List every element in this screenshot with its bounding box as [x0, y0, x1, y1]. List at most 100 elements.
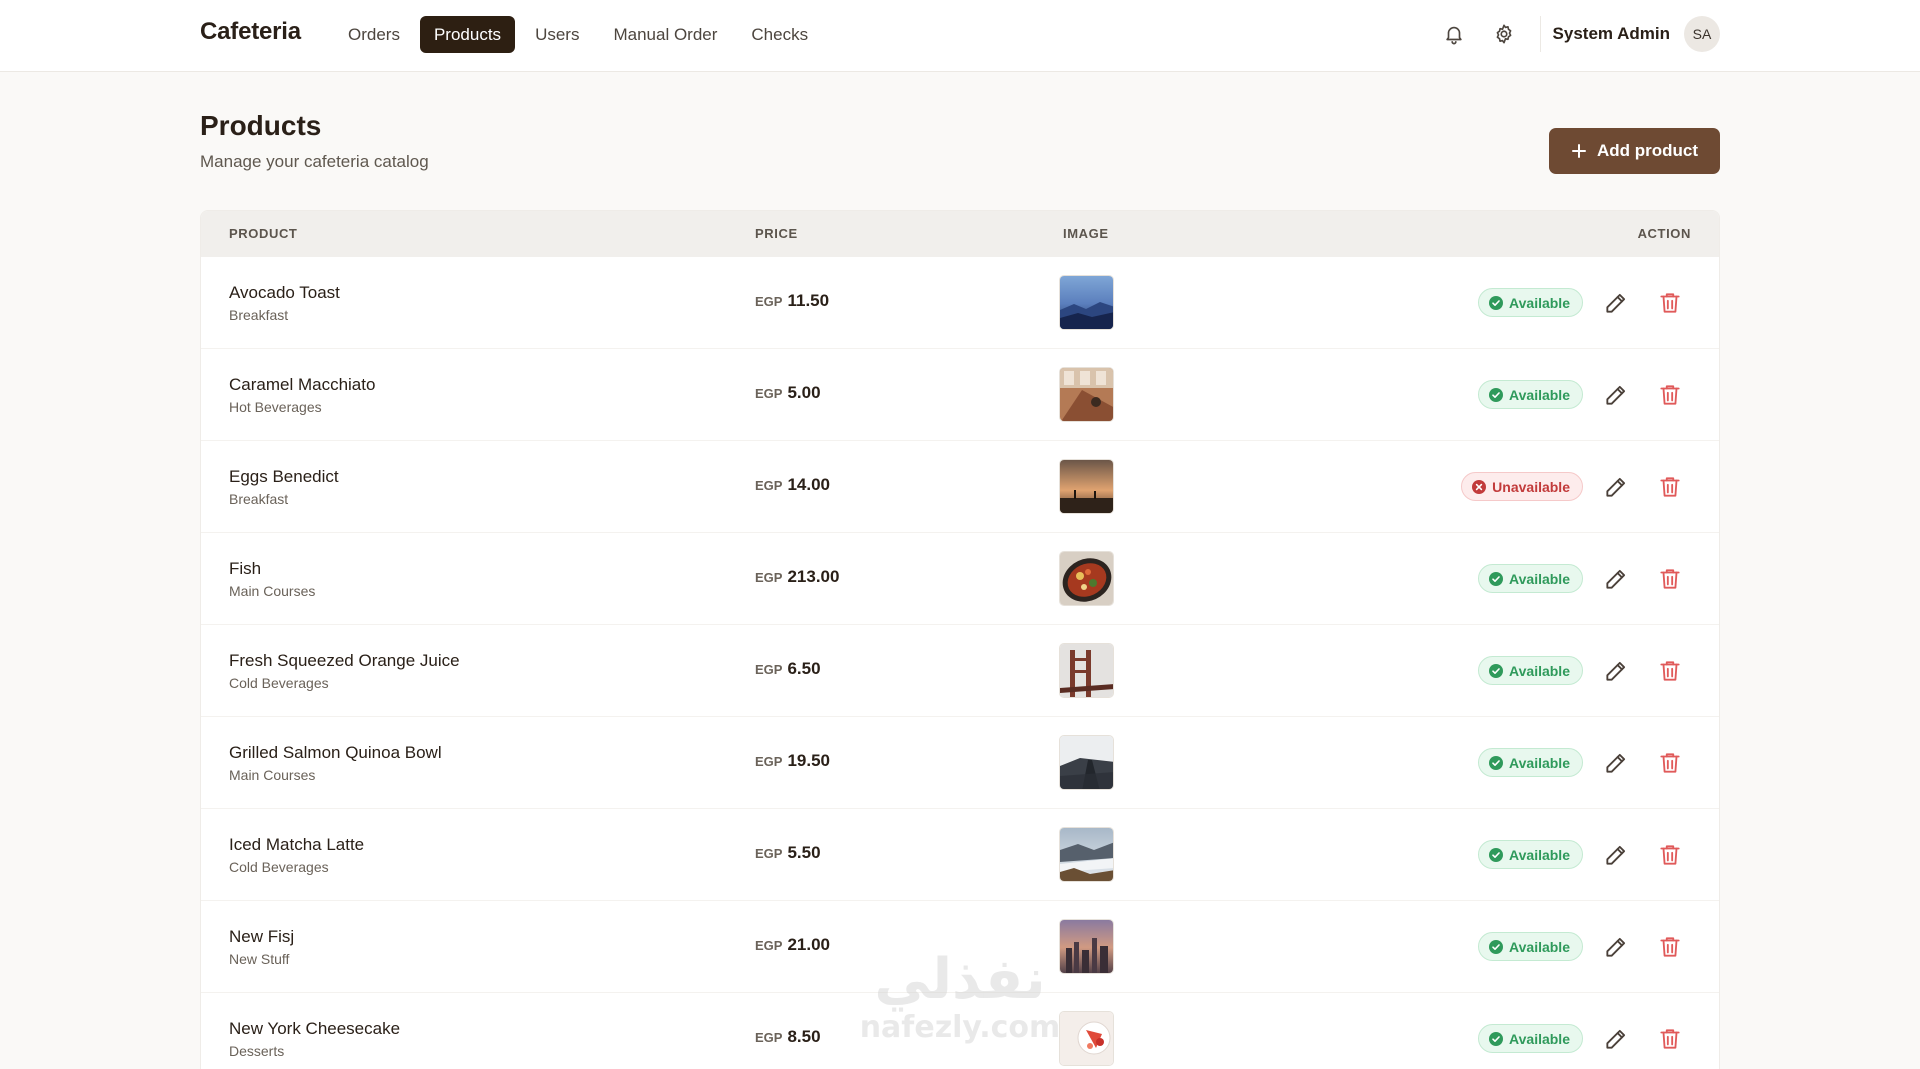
edit-button[interactable]: [1603, 566, 1629, 592]
delete-button[interactable]: [1657, 566, 1683, 592]
page-title: Products: [200, 110, 322, 141]
delete-button[interactable]: [1657, 658, 1683, 684]
edit-button[interactable]: [1603, 934, 1629, 960]
trash-icon: [1660, 753, 1680, 773]
product-image: [1059, 459, 1114, 514]
delete-button[interactable]: [1657, 934, 1683, 960]
check-circle-icon: [1489, 571, 1504, 586]
notifications-button[interactable]: [1434, 14, 1474, 54]
product-category: New Stuff: [229, 951, 290, 967]
trash-icon: [1660, 845, 1680, 865]
status-badge: Available: [1478, 932, 1583, 961]
delete-button[interactable]: [1657, 474, 1683, 500]
currency-label: EGP: [755, 846, 783, 861]
product-name: Caramel Macchiato: [229, 375, 376, 394]
nav-link-users[interactable]: Users: [521, 16, 593, 53]
price-value: 5.50: [787, 843, 821, 862]
product-image: [1059, 1011, 1114, 1066]
pencil-icon: [1606, 569, 1626, 589]
price-value: 5.00: [787, 383, 821, 402]
table-row: Fish Main Courses EGP 213.00 Available: [201, 533, 1719, 625]
pencil-icon: [1606, 293, 1626, 313]
trash-icon: [1660, 477, 1680, 497]
status-badge: Available: [1478, 1024, 1583, 1053]
product-name: Eggs Benedict: [229, 467, 339, 486]
edit-button[interactable]: [1603, 382, 1629, 408]
top-navbar: Cafeteria Orders Products Users Manual O…: [0, 0, 1920, 72]
delete-button[interactable]: [1657, 382, 1683, 408]
gear-icon: [1496, 24, 1511, 44]
product-price: EGP 6.50: [755, 659, 821, 679]
table-header: PRODUCT PRICE IMAGE ACTION: [201, 211, 1719, 257]
nav-divider: [1539, 16, 1541, 52]
product-name: Fresh Squeezed Orange Juice: [229, 651, 460, 670]
table-row: Fresh Squeezed Orange Juice Cold Beverag…: [201, 625, 1719, 717]
table-row: Eggs Benedict Breakfast EGP 14.00 Unavail…: [201, 441, 1719, 533]
trash-icon: [1660, 385, 1680, 405]
price-value: 14.00: [787, 475, 831, 494]
brand-logo[interactable]: Cafeteria: [200, 18, 301, 46]
currency-label: EGP: [755, 570, 783, 585]
product-name: Grilled Salmon Quinoa Bowl: [229, 743, 442, 762]
edit-button[interactable]: [1603, 842, 1629, 868]
edit-button[interactable]: [1603, 1026, 1629, 1052]
delete-button[interactable]: [1657, 1026, 1683, 1052]
table-row: New York Cheesecake Desserts EGP 8.50 Ava…: [201, 993, 1719, 1069]
currency-label: EGP: [755, 938, 783, 953]
product-thumbnail: [1060, 552, 1113, 605]
price-value: 6.50: [787, 659, 821, 678]
delete-button[interactable]: [1657, 750, 1683, 776]
product-price: EGP 11.50: [755, 291, 829, 311]
status-badge: Available: [1478, 748, 1583, 777]
edit-button[interactable]: [1603, 658, 1629, 684]
product-thumbnail: [1060, 276, 1113, 329]
product-thumbnail: [1060, 644, 1113, 697]
user-name[interactable]: System Admin: [1553, 24, 1670, 44]
status-label: Available: [1509, 386, 1570, 403]
status-badge: Unavailable: [1461, 472, 1583, 501]
status-label: Available: [1509, 662, 1570, 679]
nav-link-checks[interactable]: Checks: [737, 16, 822, 53]
trash-icon: [1660, 937, 1680, 957]
product-image: [1059, 275, 1114, 330]
price-value: 213.00: [787, 567, 840, 586]
trash-icon: [1660, 661, 1680, 681]
product-image: [1059, 919, 1114, 974]
nav-link-products[interactable]: Products: [419, 16, 516, 53]
price-value: 21.00: [787, 935, 831, 954]
product-thumbnail: [1060, 368, 1113, 421]
product-thumbnail: [1060, 1012, 1113, 1065]
price-value: 19.50: [787, 751, 831, 770]
edit-button[interactable]: [1603, 474, 1629, 500]
bell-icon: [1445, 26, 1462, 45]
product-category: Breakfast: [229, 307, 289, 323]
trash-icon: [1660, 293, 1680, 313]
edit-button[interactable]: [1603, 290, 1629, 316]
currency-label: EGP: [755, 294, 783, 309]
edit-button[interactable]: [1603, 750, 1629, 776]
delete-button[interactable]: [1657, 842, 1683, 868]
add-product-button[interactable]: Add product: [1549, 128, 1720, 174]
product-image: [1059, 827, 1114, 882]
status-label: Unavailable: [1492, 478, 1570, 495]
pencil-icon: [1606, 477, 1626, 497]
pencil-icon: [1606, 753, 1626, 773]
nav-link-orders[interactable]: Orders: [334, 16, 414, 53]
table-row: Caramel Macchiato Hot Beverages EGP 5.00 …: [201, 349, 1719, 441]
product-thumbnail: [1060, 460, 1113, 513]
price-value: 11.50: [787, 291, 830, 310]
delete-button[interactable]: [1657, 290, 1683, 316]
product-price: EGP 19.50: [755, 751, 830, 771]
pencil-icon: [1606, 385, 1626, 405]
status-label: Available: [1509, 294, 1570, 311]
product-image: [1059, 735, 1114, 790]
trash-icon: [1660, 569, 1680, 589]
status-badge: Available: [1478, 288, 1583, 317]
avatar[interactable]: SA: [1684, 16, 1720, 52]
status-label: Available: [1509, 846, 1570, 863]
x-circle-icon: [1472, 479, 1487, 494]
column-header-action: ACTION: [1637, 226, 1691, 241]
nav-link-manual-order[interactable]: Manual Order: [599, 16, 731, 53]
product-name: New Fisj: [229, 927, 295, 946]
settings-button[interactable]: [1484, 14, 1524, 54]
